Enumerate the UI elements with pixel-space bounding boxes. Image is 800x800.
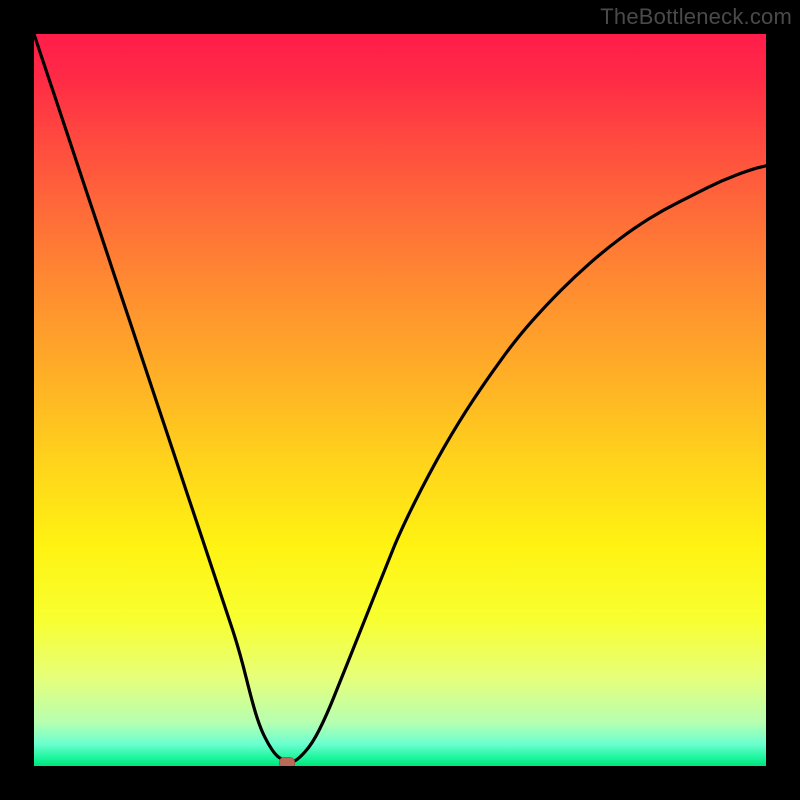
curve-layer [34, 34, 766, 766]
min-point-marker [279, 757, 295, 766]
plot-area [34, 34, 766, 766]
bottleneck-curve [34, 34, 766, 762]
watermark-text: TheBottleneck.com [600, 4, 792, 30]
chart-frame: TheBottleneck.com [0, 0, 800, 800]
